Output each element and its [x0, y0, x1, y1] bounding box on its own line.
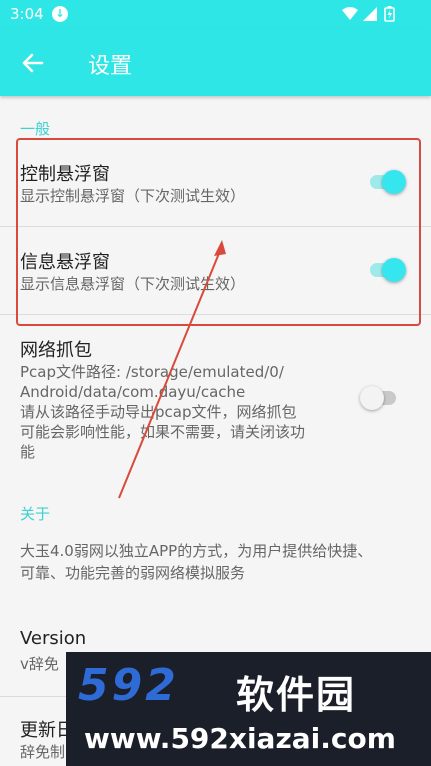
- watermark-logo-text: 软件园: [236, 673, 357, 717]
- watermark-url: www.592xiazai.com: [84, 722, 396, 755]
- watermark-logo: 592: [78, 660, 179, 711]
- watermark: 592 软件园 www.592xiazai.com: [66, 652, 431, 766]
